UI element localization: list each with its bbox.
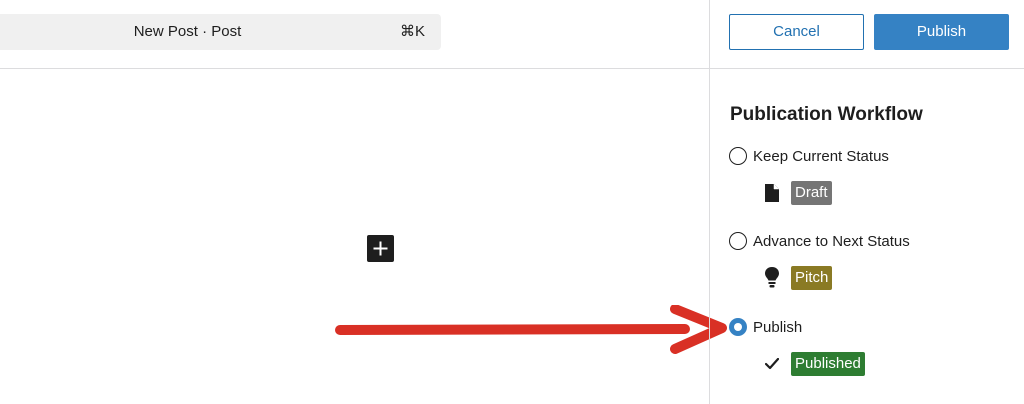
sidebar-header: Cancel Publish	[710, 0, 1024, 69]
radio-publish[interactable]	[729, 318, 747, 336]
status-badge-draft: Draft	[791, 181, 832, 205]
option-label: Advance to Next Status	[753, 232, 910, 250]
editor-header: New Post · Post ⌘K	[0, 0, 710, 69]
annotation-arrow	[335, 305, 727, 354]
command-palette-bar[interactable]: New Post · Post ⌘K	[0, 14, 441, 50]
option-label: Publish	[753, 318, 803, 336]
keyboard-shortcut: ⌘K	[399, 23, 425, 40]
status-row-pitch: Pitch	[763, 266, 833, 290]
status-badge-published: Published	[791, 352, 865, 376]
option-keep-current-status[interactable]: Keep Current Status	[729, 147, 889, 165]
plus-icon	[373, 241, 388, 256]
status-row-draft: Draft	[763, 181, 832, 205]
add-block-button[interactable]	[367, 235, 394, 262]
settings-sidebar: Cancel Publish Publication Workflow Keep…	[709, 0, 1024, 404]
option-label: Keep Current Status	[753, 147, 889, 165]
radio-advance-next-status[interactable]	[729, 232, 747, 250]
radio-keep-current-status[interactable]	[729, 147, 747, 165]
option-advance-next-status[interactable]: Advance to Next Status	[729, 232, 910, 250]
lightbulb-icon	[763, 267, 781, 289]
publish-button[interactable]: Publish	[874, 14, 1009, 50]
status-badge-pitch: Pitch	[791, 266, 833, 290]
cancel-button[interactable]: Cancel	[729, 14, 864, 50]
panel-title: Publication Workflow	[730, 104, 923, 125]
document-title: New Post · Post	[133, 23, 242, 40]
status-row-published: Published	[763, 352, 865, 376]
checkmark-icon	[763, 353, 781, 375]
document-icon	[763, 182, 781, 204]
option-publish[interactable]: Publish	[729, 318, 802, 336]
